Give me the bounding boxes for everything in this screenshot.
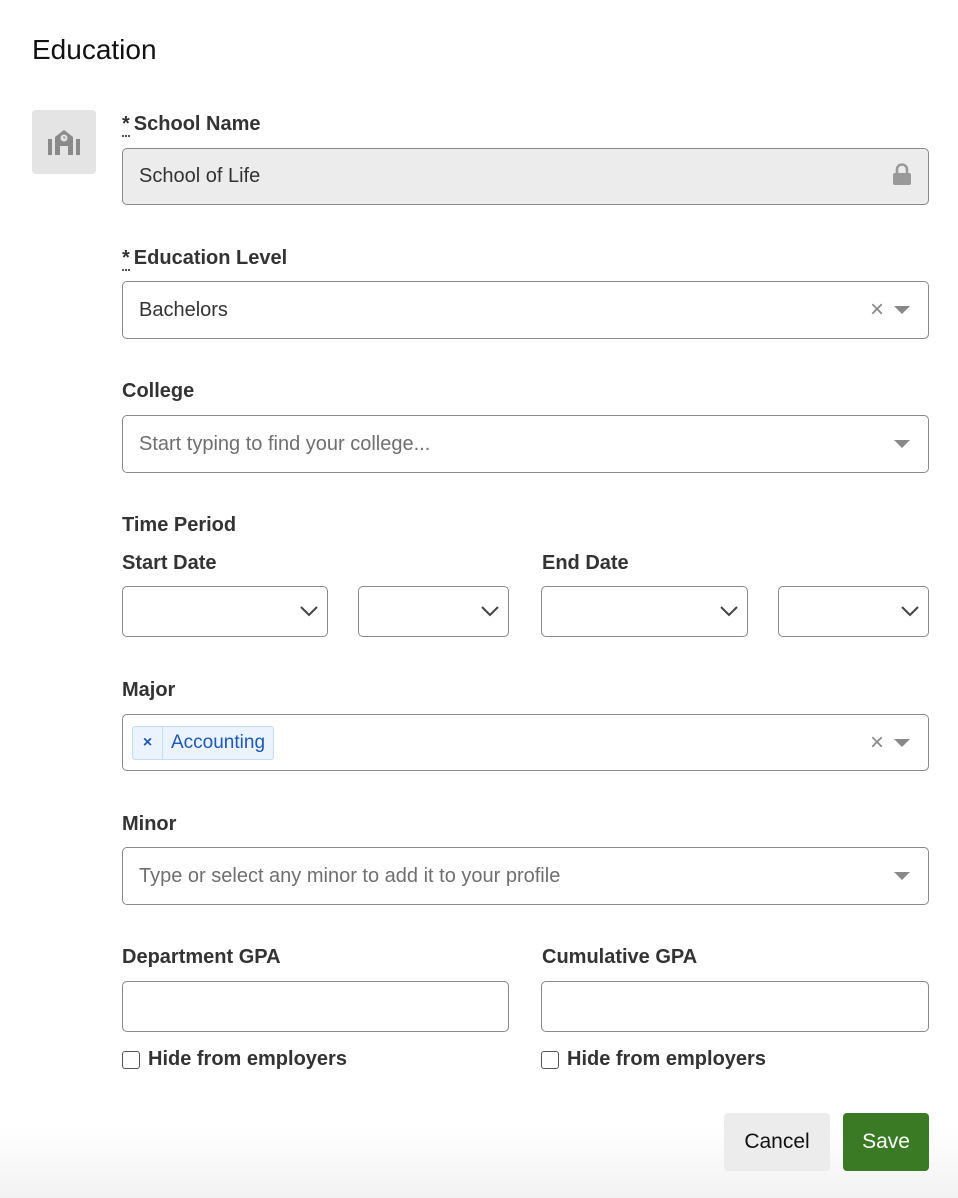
cumulative-gpa-hide-toggle[interactable]: Hide from employers [541,1048,766,1071]
hide-cumulative-gpa-label: Hide from employers [567,1048,766,1070]
major-select[interactable]: × Accounting × [122,714,929,771]
minor-select[interactable]: Type or select any minor to add it to yo… [122,847,929,905]
education-level-value: Bachelors [139,298,228,321]
cumulative-gpa-input[interactable] [541,981,929,1032]
minor-label: Minor [122,813,177,835]
end-date-label: End Date [542,552,629,574]
save-button[interactable]: Save [843,1113,929,1171]
department-gpa-hide-toggle[interactable]: Hide from employers [122,1048,347,1071]
major-label: Major [122,679,176,701]
chevron-down-icon [719,600,739,623]
college-label: College [122,380,195,402]
school-name-field[interactable]: School of Life [122,148,929,205]
school-name-value: School of Life [139,165,261,187]
education-level-label: * Education Level [122,247,288,271]
department-gpa-input[interactable] [122,981,509,1032]
caret-down-icon[interactable] [894,306,910,314]
clear-icon[interactable]: × [870,730,884,755]
lock-icon [892,162,912,191]
hide-department-gpa-checkbox[interactable] [122,1050,140,1069]
chevron-down-icon [480,600,500,623]
chevron-down-icon [299,600,319,623]
end-month-select[interactable] [541,586,748,637]
major-tag: × Accounting [132,725,275,760]
cancel-button[interactable]: Cancel [724,1113,830,1171]
department-gpa-label: Department GPA [122,946,281,968]
education-level-select[interactable]: Bachelors × [122,281,929,339]
caret-down-icon[interactable] [894,872,910,880]
remove-tag-icon[interactable]: × [133,726,163,759]
start-date-label: Start Date [122,552,217,574]
end-year-select[interactable] [778,586,929,637]
caret-down-icon[interactable] [894,440,910,448]
minor-placeholder: Type or select any minor to add it to yo… [139,864,561,887]
required-marker: * [122,247,130,271]
required-marker: * [122,113,130,137]
caret-down-icon[interactable] [894,738,910,747]
cumulative-gpa-label: Cumulative GPA [542,946,698,968]
college-placeholder: Start typing to find your college... [139,432,431,455]
hide-cumulative-gpa-checkbox[interactable] [541,1050,559,1069]
college-input[interactable]: Start typing to find your college... [122,415,929,473]
chevron-down-icon [900,600,920,623]
time-period-label: Time Period [122,514,237,536]
hide-department-gpa-label: Hide from employers [148,1048,347,1070]
clear-icon[interactable]: × [870,298,884,322]
major-tag-label: Accounting [171,731,266,753]
page-title: Education [32,34,157,65]
start-year-select[interactable] [358,586,509,637]
school-name-label: * School Name [122,113,261,137]
start-month-select[interactable] [122,586,328,637]
school-building-icon [32,110,96,174]
